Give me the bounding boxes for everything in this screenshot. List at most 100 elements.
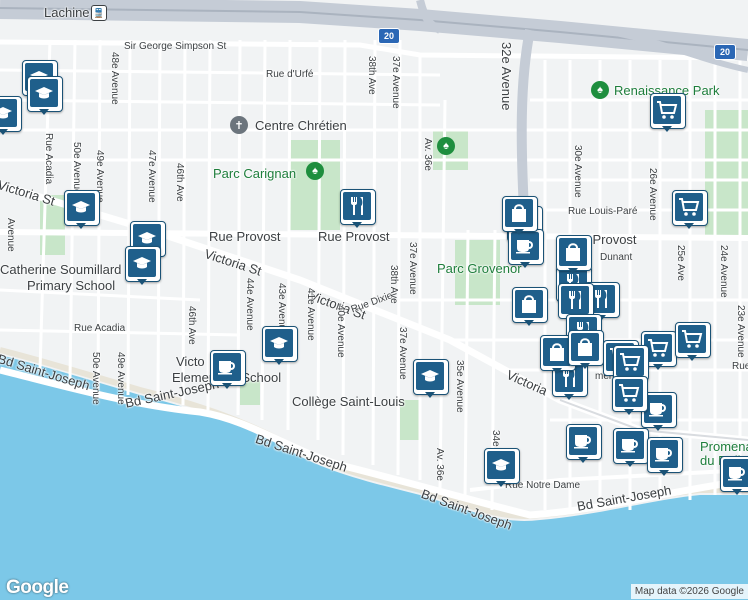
street-rue-provost-2: Rue Provost (318, 229, 390, 244)
street-46th-ave-b: 46th Ave (186, 306, 197, 345)
coffee-cup-icon (574, 435, 591, 449)
street-rue-dunant: Dunant (600, 252, 633, 263)
shopping-cart-icon (679, 198, 700, 216)
graduation-cap-icon (138, 232, 156, 244)
label-centre-chretien: Centre Chrétien (255, 118, 347, 133)
graduation-cap-icon (492, 459, 510, 471)
grocery-pin[interactable] (675, 322, 711, 362)
label-college-saint-louis: Collège Saint-Louis (292, 394, 405, 409)
street-40e-avenue: 40e Avenue (335, 305, 346, 358)
street-48e-avenue: 48e Avenue (109, 52, 120, 105)
label-primary-school: Primary School (27, 278, 116, 293)
highway-shield-2: 20 (714, 44, 736, 60)
street-37e-avenue-b: 37e Avenue (407, 242, 418, 295)
shopping-bag-icon (578, 338, 592, 356)
map-canvas[interactable]: 20 20 🚆 Lachine ♠ Renaissance Park ✝ Cen… (0, 0, 748, 600)
school-pin[interactable] (27, 76, 63, 116)
fork-knife-icon (595, 290, 607, 308)
shopping-cart-icon (657, 101, 678, 119)
label-victoria-elementary: Victo (176, 354, 205, 369)
shopping-bag-icon (566, 243, 580, 261)
cafe-pin[interactable] (720, 456, 748, 496)
school-pin[interactable] (125, 246, 161, 286)
park-icon-2: ♠ (306, 162, 324, 180)
cafe-pin[interactable] (210, 350, 246, 390)
coffee-cup-icon (621, 439, 638, 453)
cafe-pin[interactable] (647, 437, 683, 477)
street-av-36e-b: Av. 36e (434, 448, 445, 481)
shopping-cart-icon (648, 339, 669, 357)
street-26e-avenue: 26e Avenue (647, 168, 658, 221)
graduation-cap-icon (421, 370, 439, 382)
street-38th-ave: 38th Ave (366, 56, 377, 95)
street-rue-acadia: Rue Acadia (74, 323, 126, 334)
street-37e-avenue: 37e Avenue (390, 56, 401, 109)
shopping-bag-icon (512, 204, 526, 222)
street-46th-ave-a: 46th Ave (174, 163, 185, 202)
grocery-pin[interactable] (672, 190, 708, 230)
school-pin[interactable] (262, 326, 298, 366)
street-rue-louis-pare: Rue Louis-Paré (568, 206, 638, 217)
cafe-pin[interactable] (566, 424, 602, 464)
street-41e-avenue: 41e Avenue (305, 288, 316, 341)
fork-knife-icon (351, 197, 363, 215)
graduation-cap-icon (0, 107, 12, 119)
shopping-pin[interactable] (502, 196, 538, 236)
street-rue-r: Rue (732, 361, 748, 372)
park-icon-3: ♠ (437, 137, 455, 155)
shopping-pin[interactable] (568, 330, 604, 370)
street-rue-durfe: Rue d'Urfé (266, 69, 314, 80)
shopping-bag-icon (522, 295, 536, 313)
highway-shield: 20 (378, 28, 400, 44)
street-35e-avenue: 35e Avenue (454, 360, 465, 413)
street-25e-ave: 25e Ave (675, 245, 686, 281)
street-47e-avenue: 47e Avenue (146, 150, 157, 203)
coffee-cup-icon (655, 448, 672, 462)
street-38th-ave-b: 38th Ave (388, 265, 399, 304)
street-49e-avenue-b: 49e Avenue (115, 352, 126, 405)
grocery-pin[interactable] (612, 376, 648, 416)
street-24e-avenue: 24e Avenue (718, 245, 729, 298)
grocery-pin[interactable] (650, 93, 686, 133)
park-icon: ♠ (591, 81, 609, 99)
street-34e: 34e (490, 430, 501, 447)
school-pin[interactable] (64, 190, 100, 230)
school-pin[interactable] (413, 359, 449, 399)
school-pin[interactable] (484, 448, 520, 488)
label-lachine: Lachine (44, 5, 90, 20)
shopping-cart-icon (682, 330, 703, 348)
coffee-cup-icon (516, 240, 533, 254)
coffee-cup-icon (649, 403, 666, 417)
street-32e-avenue: 32e Avenue (499, 42, 514, 111)
street-sir-george-simpson: Sir George Simpson St (124, 41, 227, 52)
restaurant-pin[interactable] (340, 189, 376, 229)
label-parc-carignan: Parc Carignan (213, 166, 297, 181)
street-rue-provost-1: Rue Provost (209, 229, 281, 244)
coffee-cup-icon (728, 467, 745, 481)
street-50e-avenue: 50e Avenue (71, 142, 82, 195)
church-icon: ✝ (230, 116, 248, 134)
google-logo: Google (6, 577, 69, 598)
street-23e-avenue: 23e Avenue (735, 305, 746, 358)
shopping-pin[interactable] (556, 235, 592, 275)
fork-knife-icon (569, 291, 581, 309)
street-rue-acadia-left: Rue Acadia (43, 133, 54, 185)
school-pin[interactable] (0, 96, 22, 136)
cafe-pin[interactable] (613, 428, 649, 468)
street-30e-avenue: 30e Avenue (572, 145, 583, 198)
shopping-pin[interactable] (512, 287, 548, 327)
graduation-cap-icon (133, 257, 151, 269)
street-av-36e: Av. 36e (422, 138, 433, 171)
coffee-cup-icon (218, 361, 235, 375)
train-icon: 🚆 (91, 5, 107, 21)
map-attribution[interactable]: Map data ©2026 Google (630, 584, 748, 599)
graduation-cap-icon (72, 201, 90, 213)
label-catherine-soumillard: Catherine Soumillard (0, 262, 122, 277)
street-37e-avenue-c: 37e Avenue (397, 327, 408, 380)
shopping-bag-icon (550, 343, 564, 361)
shopping-cart-icon (619, 384, 640, 402)
street-44e-avenue: 44e Avenue (244, 278, 255, 331)
shopping-cart-icon (620, 353, 641, 371)
street-avenue-left: Avenue (5, 218, 16, 252)
graduation-cap-icon (270, 337, 288, 349)
